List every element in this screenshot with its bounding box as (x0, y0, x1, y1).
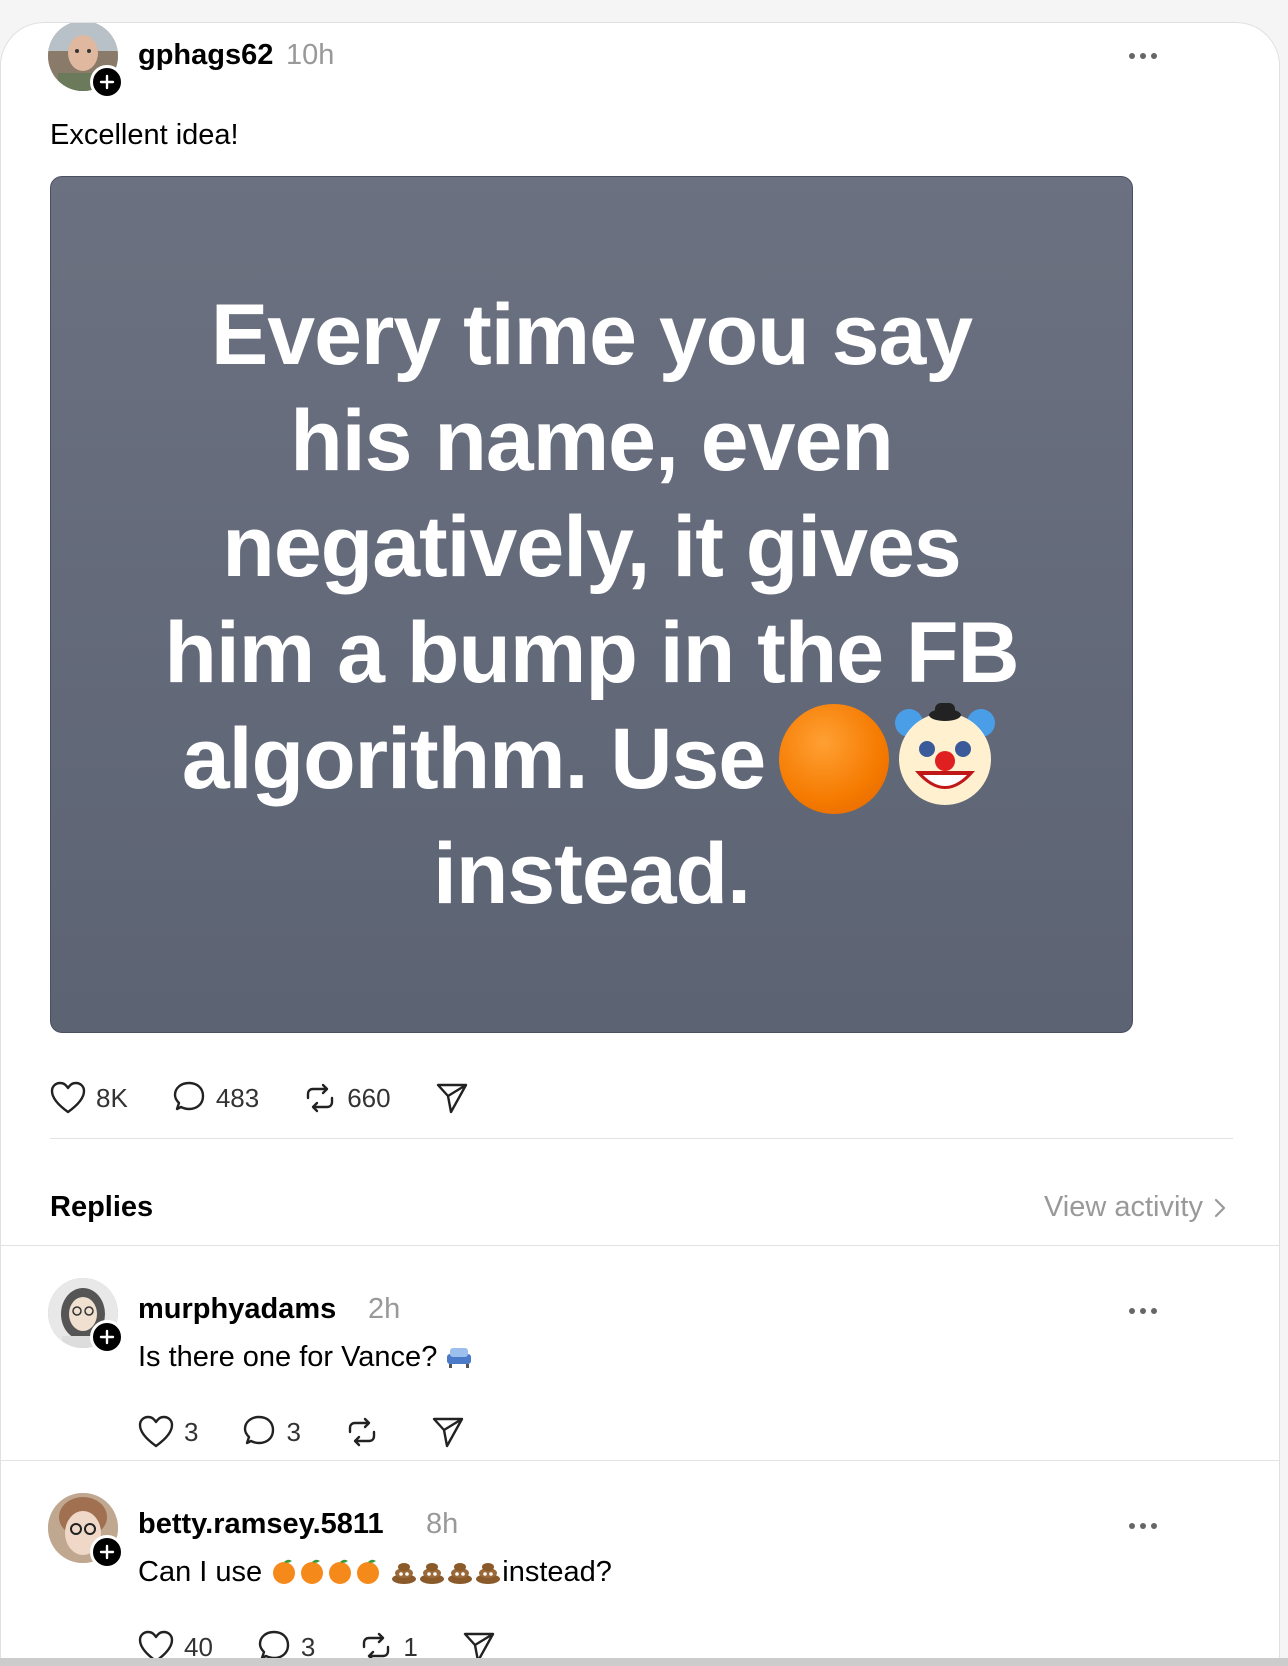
reply-username[interactable]: betty.ramsey.5811 (138, 1508, 384, 1541)
view-activity-link[interactable]: View activity (1044, 1191, 1227, 1224)
comment-button[interactable]: 483 (172, 1081, 259, 1115)
pile-of-poo-icon (448, 1563, 473, 1585)
send-icon (432, 1417, 464, 1448)
reply-text-prefix: Can I use (138, 1556, 263, 1588)
poop-emoji-row (390, 1556, 502, 1588)
bottom-edge (0, 1658, 1288, 1666)
repost-icon (348, 1417, 376, 1447)
reply-text-content: Is there one for Vance? (138, 1341, 438, 1373)
orange-circle-icon (779, 704, 890, 815)
like-count: 3 (184, 1416, 199, 1447)
repost-button[interactable]: 660 (303, 1081, 391, 1115)
chevron-right-icon (1214, 1198, 1226, 1217)
reply-text: Is there one for Vance? (138, 1341, 473, 1374)
like-button[interactable]: 8K (50, 1081, 128, 1115)
more-icon[interactable] (1129, 1521, 1159, 1531)
orange-icon (301, 1560, 324, 1585)
orange-emoji-row (270, 1556, 390, 1588)
couch-icon (447, 1348, 472, 1369)
orange-icon (273, 1560, 296, 1585)
reply-text: Can I use instead? (138, 1556, 612, 1589)
more-icon[interactable] (1129, 1306, 1159, 1316)
share-button[interactable] (431, 1415, 465, 1449)
pile-of-poo-icon (392, 1563, 417, 1585)
heart-icon (138, 1415, 174, 1448)
post-username[interactable]: gphags62 (138, 39, 273, 72)
follow-plus-icon[interactable] (90, 1535, 124, 1569)
reply-username[interactable]: murphyadams (138, 1293, 336, 1326)
comment-count: 483 (215, 1082, 260, 1113)
post-actions: 8K 483 660 (50, 1081, 469, 1115)
image-caption-end: instead. (433, 826, 751, 923)
replies-heading: Replies (50, 1191, 154, 1223)
clown-face-icon (895, 703, 996, 806)
follow-plus-icon[interactable] (90, 65, 124, 99)
comment-icon (244, 1415, 275, 1445)
divider (1, 1245, 1279, 1246)
post-card: gphags62 10h Excellent idea! Every time … (0, 22, 1280, 1662)
reply-timestamp[interactable]: 2h (368, 1293, 400, 1326)
reply-actions: 3 3 (138, 1415, 465, 1449)
image-caption: Every time you say his name, even negati… (142, 282, 1042, 927)
reply-avatar[interactable] (48, 1278, 124, 1354)
post-text: Excellent idea! (50, 119, 239, 151)
reply-timestamp[interactable]: 8h (426, 1508, 458, 1541)
view-activity-label: View activity (1043, 1191, 1203, 1223)
comment-count: 3 (286, 1416, 301, 1447)
more-icon[interactable] (1129, 51, 1159, 61)
orange-icon (357, 1560, 380, 1585)
divider (50, 1138, 1233, 1139)
divider (1, 1460, 1279, 1461)
comment-button[interactable]: 3 (242, 1415, 301, 1449)
reply-avatar[interactable] (48, 1493, 124, 1569)
share-button[interactable] (435, 1081, 469, 1115)
orange-icon (329, 1560, 352, 1585)
author-avatar[interactable] (48, 23, 124, 99)
repost-button[interactable] (345, 1415, 379, 1449)
like-button[interactable]: 3 (138, 1415, 198, 1449)
comment-icon (173, 1081, 205, 1111)
follow-plus-icon[interactable] (90, 1320, 124, 1354)
like-count: 8K (96, 1082, 128, 1113)
reply-text-suffix: instead? (502, 1556, 612, 1588)
repost-count: 660 (347, 1082, 391, 1113)
pile-of-poo-icon (476, 1563, 501, 1585)
pile-of-poo-icon (420, 1563, 445, 1585)
post-image[interactable]: Every time you say his name, even negati… (50, 176, 1133, 1033)
send-icon (436, 1083, 467, 1114)
heart-icon (50, 1081, 86, 1114)
repost-icon (307, 1083, 334, 1113)
post-timestamp[interactable]: 10h (286, 39, 334, 72)
